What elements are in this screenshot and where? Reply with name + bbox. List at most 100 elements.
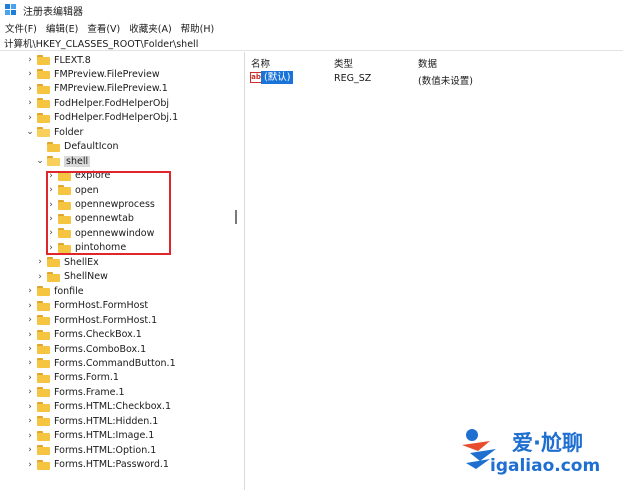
chevron-right-icon[interactable]: ›	[25, 356, 35, 370]
watermark-text: 爱·尬聊	[512, 431, 583, 455]
pane-splitter[interactable]	[231, 52, 245, 490]
tree-item[interactable]: › fonfile	[25, 284, 83, 298]
tree-item-label: Forms.ComboBox.1	[54, 343, 147, 355]
tree-item-label: ShellEx	[64, 256, 99, 268]
chevron-right-icon[interactable]: ›	[25, 111, 35, 125]
menu-view[interactable]: 查看(V)	[87, 21, 120, 35]
folder-icon	[37, 98, 50, 109]
chevron-right-icon[interactable]: ›	[25, 371, 35, 385]
chevron-right-icon[interactable]: ›	[35, 255, 45, 269]
folder-open-icon	[37, 127, 50, 138]
chevron-right-icon[interactable]: ›	[25, 443, 35, 457]
menu-edit[interactable]: 编辑(E)	[46, 21, 78, 35]
tree-item[interactable]: › Forms.HTML:Password.1	[25, 458, 169, 472]
folder-icon	[37, 387, 50, 398]
tree-item-label: Forms.HTML:Password.1	[54, 459, 169, 471]
tree-item-label: Forms.CommandButton.1	[54, 357, 176, 369]
chevron-right-icon[interactable]: ›	[25, 458, 35, 472]
menu-file[interactable]: 文件(F)	[5, 21, 37, 35]
folder-icon	[37, 329, 50, 340]
pane-divider	[244, 52, 245, 490]
chevron-right-icon[interactable]: ›	[25, 385, 35, 399]
folder-icon	[37, 344, 50, 354]
menu-bar: 文件(F) 编辑(E) 查看(V) 收藏夹(A) 帮助(H)	[0, 21, 623, 35]
tree-item[interactable]: DefaultIcon	[35, 140, 119, 154]
tree-item-label: FodHelper.FodHelperObj	[54, 97, 170, 109]
tree-item[interactable]: › Forms.Frame.1	[25, 385, 124, 399]
chevron-down-icon[interactable]: ⌄	[35, 154, 45, 168]
tree-item-label: Forms.CheckBox.1	[54, 329, 142, 341]
registry-tree[interactable]: › FLEXT.8 › FMPreview.FilePreview › FMPreview…	[0, 52, 241, 490]
folder-icon	[37, 416, 50, 427]
tree-item[interactable]: › Forms.HTML:Option.1	[25, 443, 156, 457]
folder-icon	[37, 55, 50, 65]
tree-item-label: Forms.HTML:Hidden.1	[54, 415, 159, 427]
value-row[interactable]: ab (默认) REG_SZ (数值未设置)	[246, 70, 623, 87]
folder-icon	[37, 300, 50, 311]
tree-item[interactable]: › FormHost.FormHost.1	[25, 313, 157, 327]
folder-icon	[37, 459, 50, 470]
tree-item-label: FormHost.FormHost.1	[54, 314, 158, 326]
no-expander	[35, 140, 45, 154]
splitter-grip[interactable]	[235, 210, 237, 224]
tree-item[interactable]: ⌄ shell	[35, 154, 91, 168]
folder-open-icon	[47, 156, 60, 167]
tree-item[interactable]: › FodHelper.FodHelperObj.1	[25, 111, 178, 125]
tree-item-label: FormHost.FormHost	[54, 300, 149, 312]
tree-item[interactable]: › FLEXT.8	[25, 53, 91, 67]
watermark-url: igaliao.com	[490, 456, 601, 476]
tree-item-label: Forms.HTML:Option.1	[54, 444, 157, 456]
tree-item[interactable]: › Forms.CheckBox.1	[25, 328, 142, 342]
chevron-right-icon[interactable]: ›	[25, 284, 35, 298]
folder-icon	[37, 112, 50, 123]
address-path[interactable]: 计算机\HKEY_CLASSES_ROOT\Folder\shell	[4, 36, 198, 50]
folder-icon	[47, 271, 60, 282]
folder-icon	[37, 83, 50, 94]
folder-icon	[37, 69, 50, 80]
watermark: 爱·尬聊 igaliao.com	[460, 425, 620, 485]
column-header-data[interactable]: 数据	[418, 56, 437, 70]
chevron-right-icon[interactable]: ›	[35, 270, 45, 284]
address-bar[interactable]: 计算机\HKEY_CLASSES_ROOT\Folder\shell	[0, 36, 623, 51]
tree-item[interactable]: › Forms.Form.1	[25, 371, 119, 385]
chevron-right-icon[interactable]: ›	[25, 96, 35, 110]
chevron-right-icon[interactable]: ›	[25, 53, 35, 67]
chevron-right-icon[interactable]: ›	[25, 342, 35, 356]
chevron-right-icon[interactable]: ›	[25, 67, 35, 81]
tree-item[interactable]: › Forms.HTML:Checkbox.1	[25, 400, 171, 414]
tree-item[interactable]: › FormHost.FormHost	[25, 299, 148, 313]
chevron-right-icon[interactable]: ›	[25, 299, 35, 313]
tree-item[interactable]: › ShellEx	[35, 255, 99, 269]
chevron-right-icon[interactable]: ›	[25, 82, 35, 96]
column-header-name[interactable]: 名称	[251, 56, 270, 70]
tree-item[interactable]: › FodHelper.FodHelperObj	[25, 96, 169, 110]
chevron-down-icon[interactable]: ⌄	[25, 125, 35, 139]
folder-icon	[37, 401, 50, 412]
tree-item-label: FMPreview.FilePreview	[54, 68, 160, 80]
tree-item[interactable]: › Forms.CommandButton.1	[25, 356, 176, 370]
folder-icon	[37, 430, 50, 441]
tree-item[interactable]: ⌄ Folder	[25, 125, 83, 139]
tree-item[interactable]: › FMPreview.FilePreview	[25, 67, 160, 81]
tree-item[interactable]: › Forms.ComboBox.1	[25, 342, 146, 356]
menu-help[interactable]: 帮助(H)	[181, 21, 215, 35]
registry-editor-icon	[5, 4, 17, 16]
chevron-right-icon[interactable]: ›	[25, 400, 35, 414]
folder-icon	[37, 372, 50, 383]
value-name[interactable]: (默认)	[261, 71, 294, 84]
tree-item[interactable]: › FMPreview.FilePreview.1	[25, 82, 168, 96]
chevron-right-icon[interactable]: ›	[25, 313, 35, 327]
menu-favorites[interactable]: 收藏夹(A)	[129, 21, 171, 35]
column-header-type[interactable]: 类型	[334, 56, 353, 70]
chevron-right-icon[interactable]: ›	[25, 328, 35, 342]
chevron-right-icon[interactable]: ›	[25, 429, 35, 443]
folder-icon	[47, 141, 60, 152]
tree-item[interactable]: › Forms.HTML:Hidden.1	[25, 414, 158, 428]
value-type: REG_SZ	[334, 73, 372, 84]
tree-item[interactable]: › Forms.HTML:Image.1	[25, 429, 154, 443]
tree-item[interactable]: › ShellNew	[35, 270, 108, 284]
folder-icon	[37, 315, 50, 326]
folder-icon	[47, 257, 60, 268]
chevron-right-icon[interactable]: ›	[25, 414, 35, 428]
folder-icon	[37, 358, 50, 369]
